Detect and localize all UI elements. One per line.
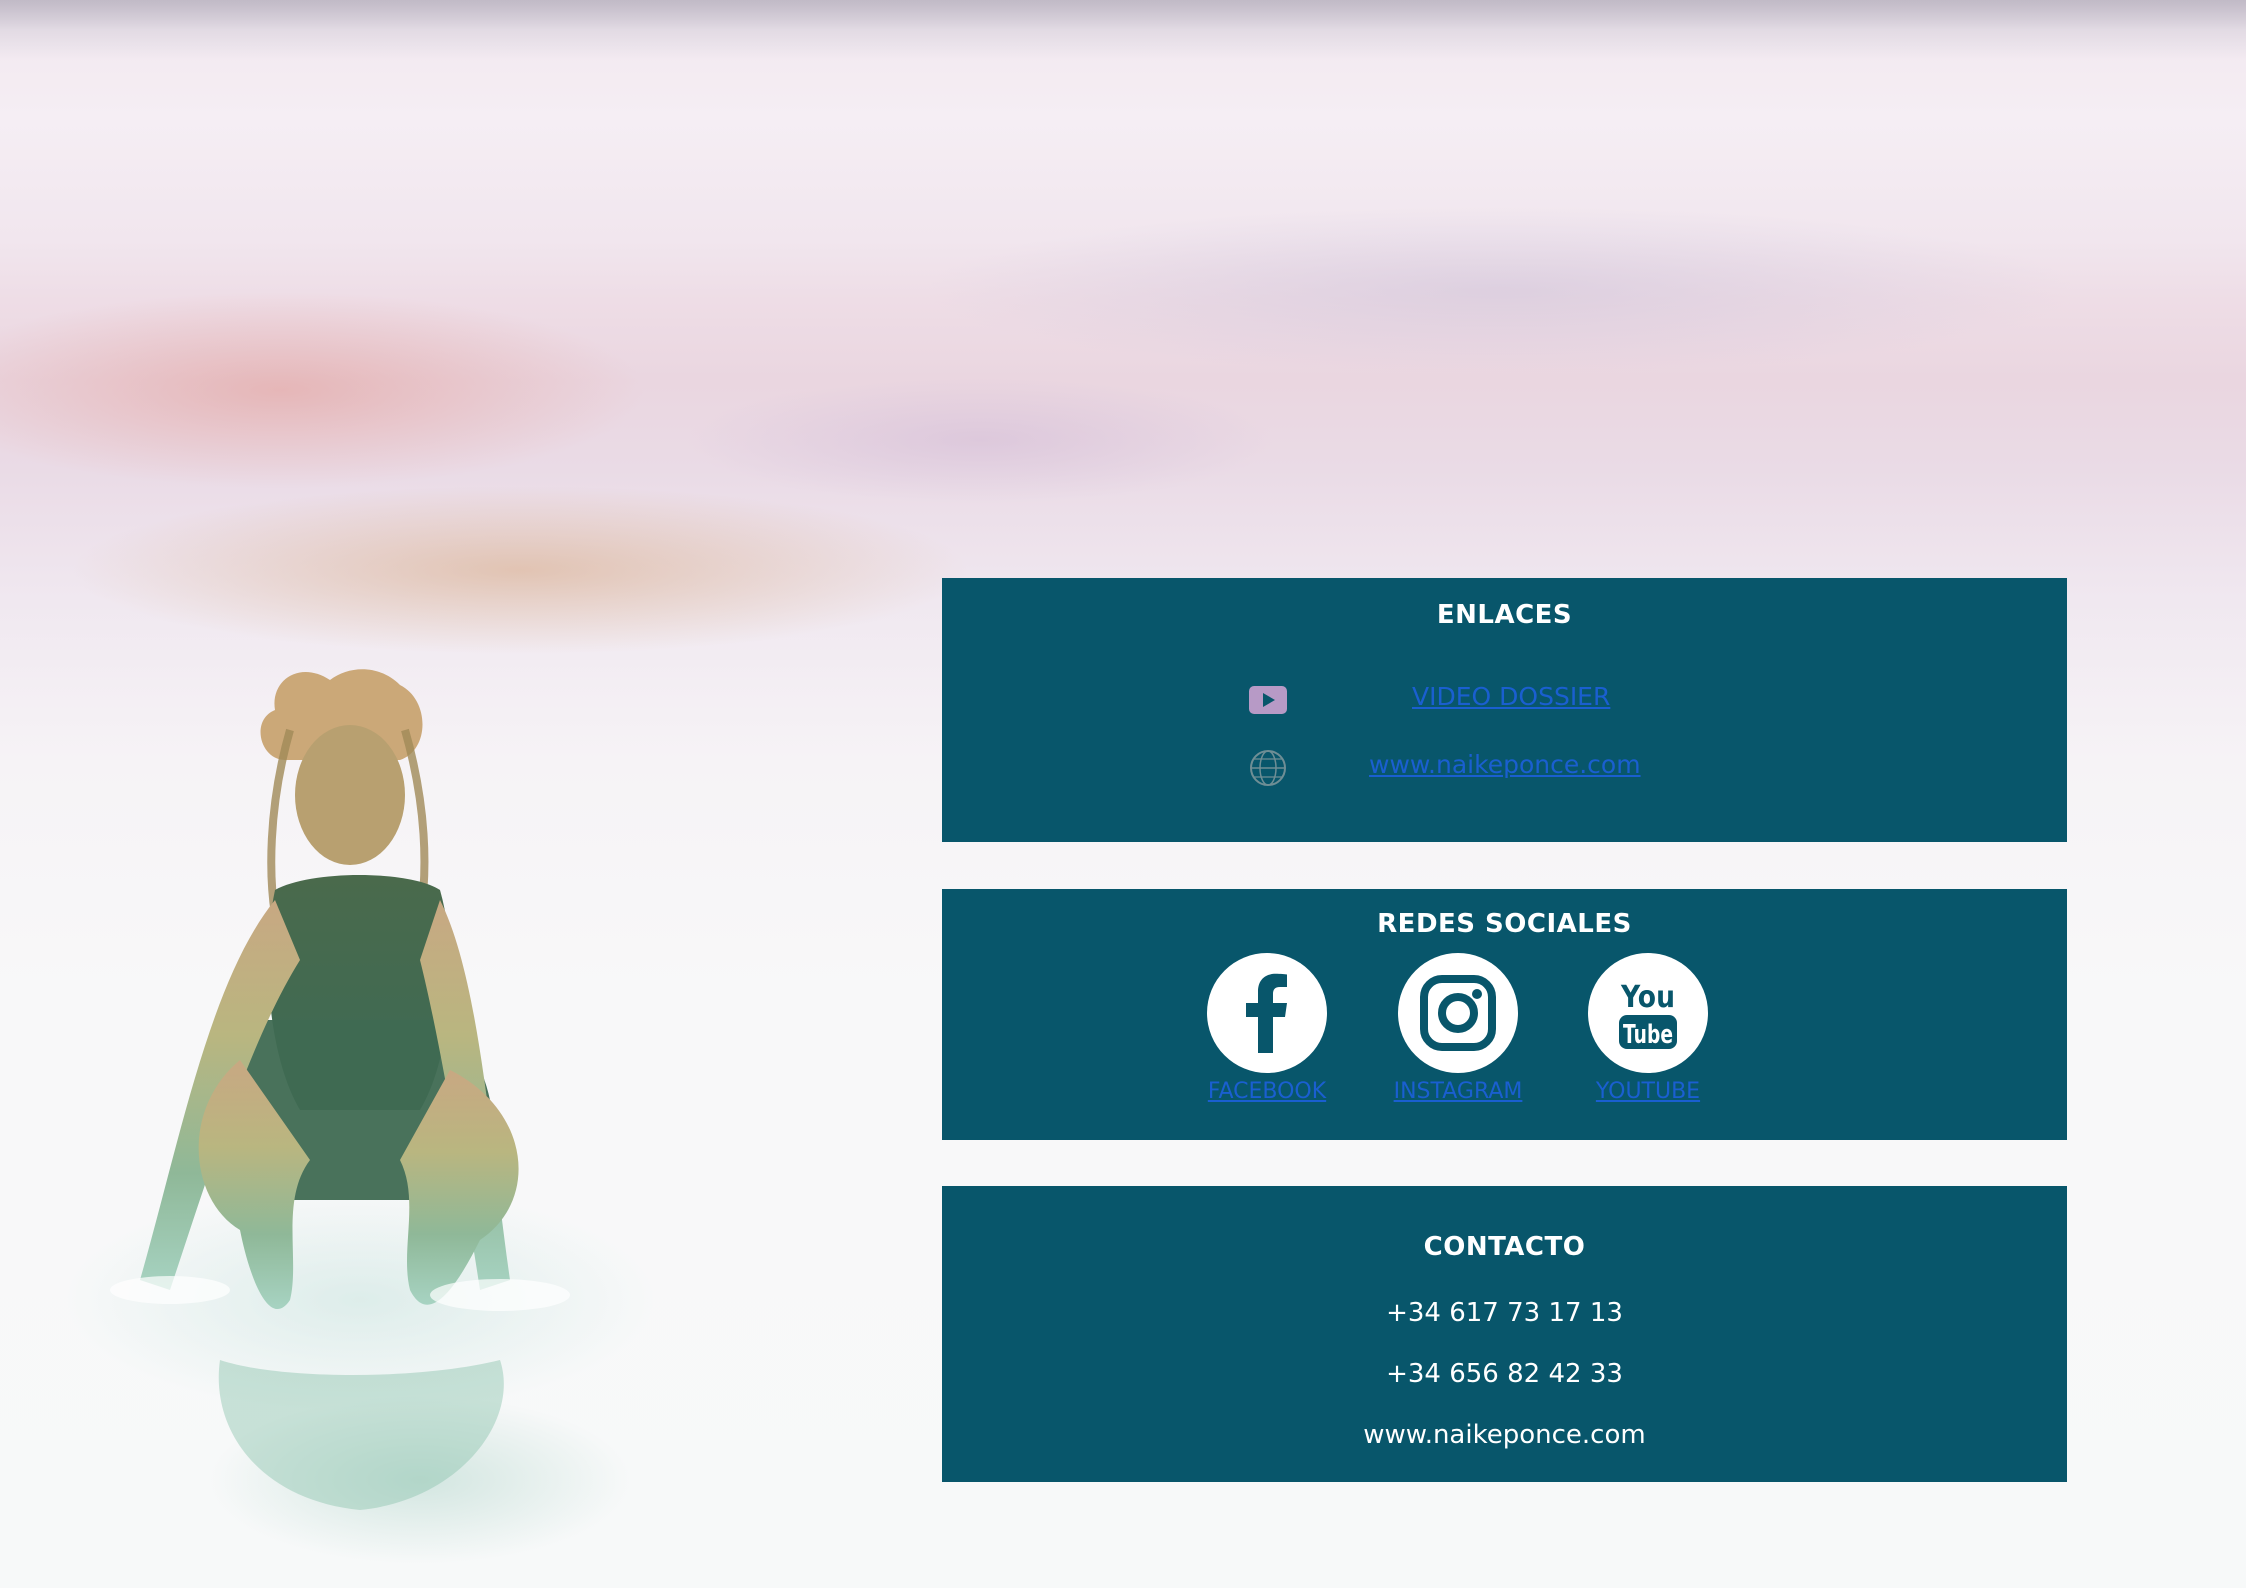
globe-icon [1248, 748, 1288, 788]
website-row: www.naikeponce.com [942, 746, 2067, 790]
instagram-link[interactable]: INSTAGRAM [1383, 953, 1533, 1128]
instagram-icon[interactable] [1398, 953, 1518, 1073]
youtube-label[interactable]: YOUTUBE [1553, 1079, 1743, 1104]
facebook-label[interactable]: FACEBOOK [1172, 1079, 1362, 1104]
play-icon [1248, 680, 1288, 720]
youtube-logo-tube: Tube [1623, 1020, 1673, 1050]
contact-panel: CONTACTO +34 617 73 17 13 +34 656 82 42 … [942, 1186, 2067, 1482]
background-horizon [0, 0, 2246, 60]
youtube-logo-you: You [1620, 980, 1675, 1015]
facebook-icon[interactable] [1207, 953, 1327, 1073]
instagram-label[interactable]: INSTAGRAM [1363, 1079, 1553, 1104]
contact-panel-title: CONTACTO [1423, 1232, 1586, 1262]
contact-website: www.naikeponce.com [1363, 1420, 1646, 1450]
website-link[interactable]: www.naikeponce.com [1369, 750, 1641, 779]
video-dossier-link[interactable]: VIDEO DOSSIER [1412, 682, 1610, 711]
social-panel: REDES SOCIALES FACEBOOK INSTAGRAM You Tu… [942, 889, 2067, 1140]
person-photo [110, 669, 570, 1510]
contact-phone-1: +34 617 73 17 13 [1386, 1298, 1623, 1328]
contact-phone-2: +34 656 82 42 33 [1386, 1359, 1623, 1389]
video-dossier-row: VIDEO DOSSIER [942, 678, 2067, 722]
links-panel: ENLACES VIDEO DOSSIER www.naikeponce.com [942, 578, 2067, 842]
links-panel-title: ENLACES [1436, 600, 1573, 630]
social-panel-title: REDES SOCIALES [1377, 909, 1632, 939]
youtube-link[interactable]: You Tube YOUTUBE [1573, 953, 1723, 1128]
youtube-icon[interactable]: You Tube [1588, 953, 1708, 1073]
facebook-link[interactable]: FACEBOOK [1192, 953, 1342, 1128]
